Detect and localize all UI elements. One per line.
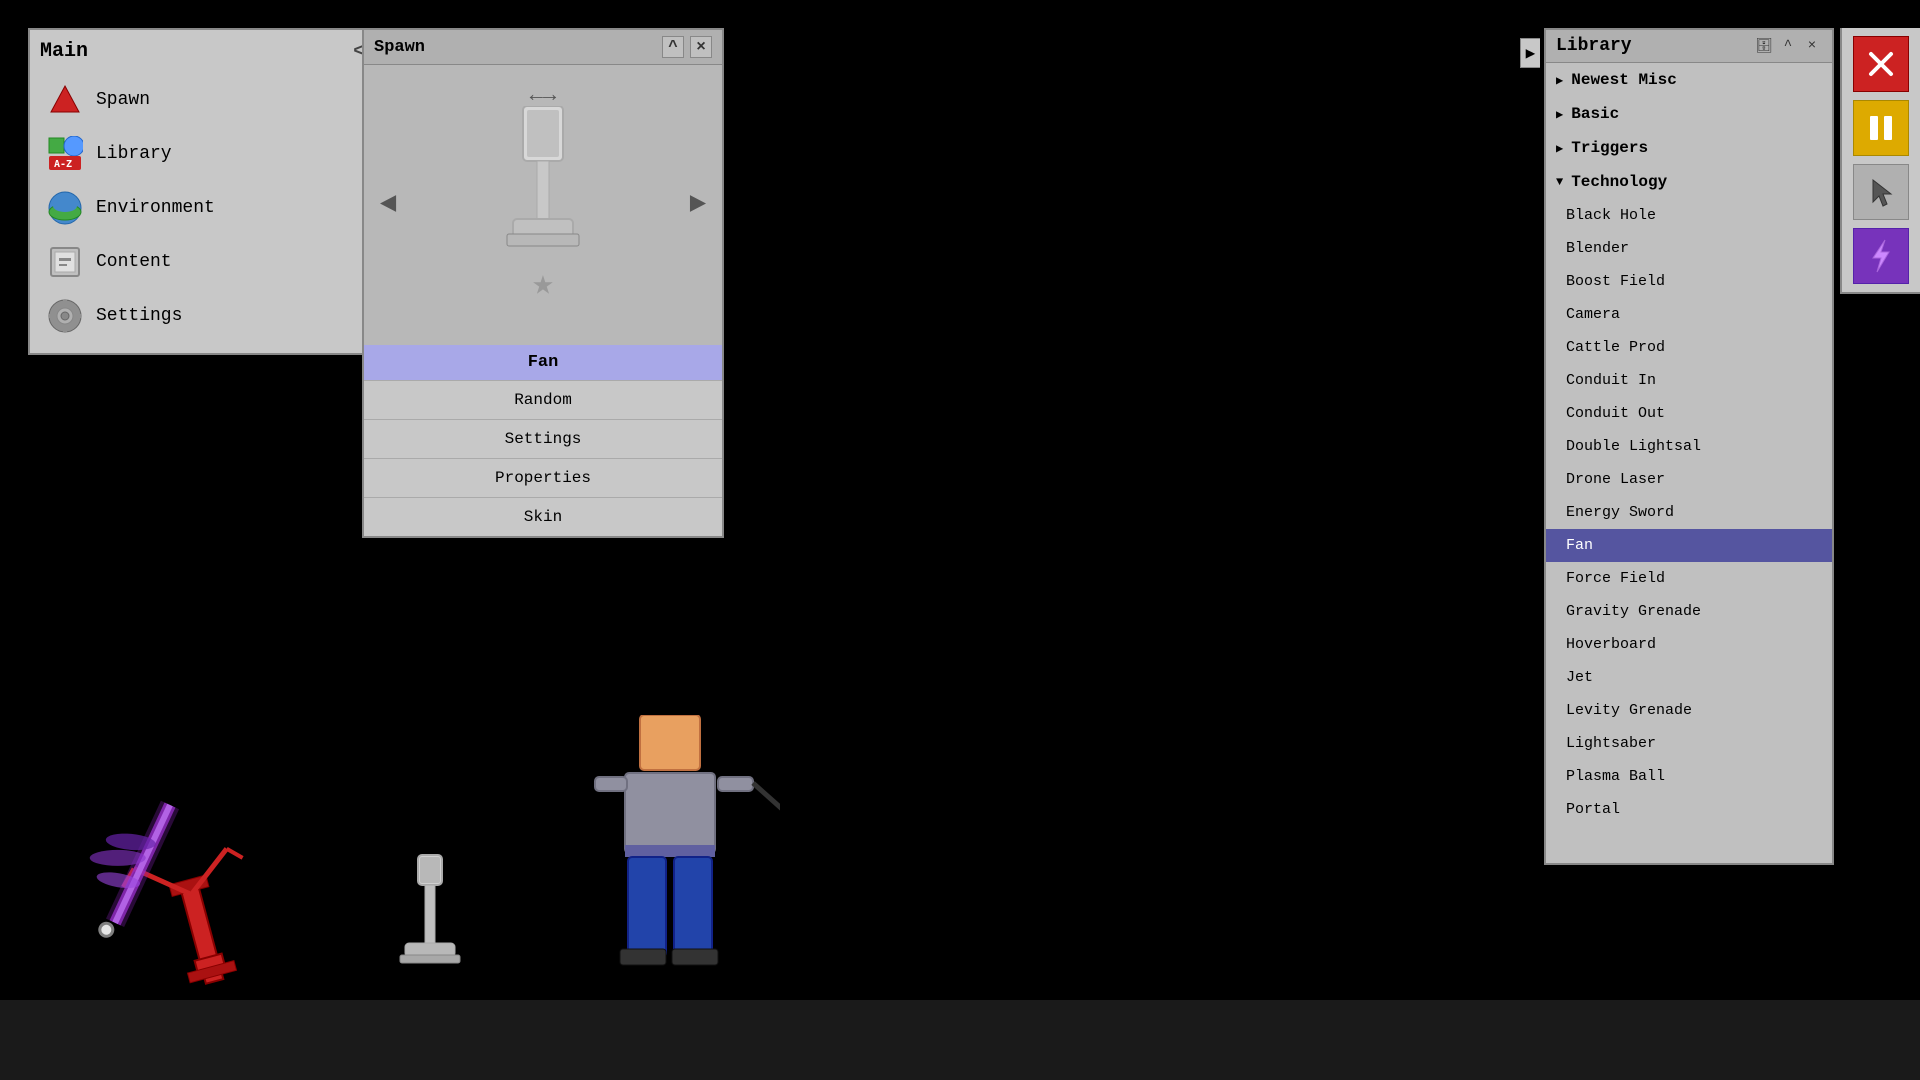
spawn-resize-arrows: ←→ <box>530 83 556 108</box>
spawn-nav-left-button[interactable]: ◄ <box>380 190 397 221</box>
toolbar-cursor-button[interactable] <box>1853 164 1909 220</box>
right-toolbar <box>1840 28 1920 294</box>
library-item-conduit-out[interactable]: Conduit Out <box>1546 397 1832 430</box>
library-item-energy-sword[interactable]: Energy Sword <box>1546 496 1832 529</box>
fan-preview-model <box>493 106 593 256</box>
library-content[interactable]: ▶ Newest Misc ▶ Basic ▶ Triggers ▼ Techn… <box>1546 63 1832 863</box>
library-category-newest-misc[interactable]: ▶ Newest Misc <box>1546 63 1832 97</box>
main-panel-titlebar: Main < <box>40 40 364 63</box>
environment-icon <box>46 189 84 227</box>
sidebar-item-spawn[interactable]: Spawn <box>40 73 364 127</box>
content-icon <box>46 243 84 281</box>
library-category-triggers-label: Triggers <box>1571 139 1648 157</box>
game-ground <box>0 1000 1920 1080</box>
library-title-text: Library <box>1556 36 1632 56</box>
library-item-force-field[interactable]: Force Field <box>1546 562 1832 595</box>
library-label: Library <box>96 144 172 164</box>
close-icon <box>1865 48 1897 80</box>
library-item-cattle-prod[interactable]: Cattle Prod <box>1546 331 1832 364</box>
library-item-plasma-ball[interactable]: Plasma Ball <box>1546 760 1832 793</box>
spawn-window: Spawn ^ × ←→ ◄ ► ★ Fan Random Settings P… <box>362 28 724 538</box>
library-item-fan[interactable]: Fan <box>1546 529 1832 562</box>
sidebar-item-environment[interactable]: Environment <box>40 181 364 235</box>
library-panel: Library 🗄 ^ × ▶ Newest Misc ▶ Basic ▶ Tr… <box>1544 28 1834 865</box>
library-minimize-button[interactable]: ^ <box>1778 36 1798 56</box>
spawn-favorite-star[interactable]: ★ <box>532 262 554 305</box>
spawn-properties-button[interactable]: Properties <box>364 458 722 497</box>
library-item-black-hole[interactable]: Black Hole <box>1546 199 1832 232</box>
toolbar-lightning-button[interactable] <box>1853 228 1909 284</box>
library-item-boost-field[interactable]: Boost Field <box>1546 265 1832 298</box>
chevron-right-icon: ▶ <box>1556 73 1563 88</box>
spawn-preview-area: ←→ ◄ ► ★ <box>364 65 722 345</box>
chevron-right-icon: ▶ <box>1556 141 1563 156</box>
spawn-window-controls: ^ × <box>662 36 712 58</box>
scene-fan-object <box>390 835 470 1000</box>
spawn-skin-button[interactable]: Skin <box>364 497 722 536</box>
library-item-camera[interactable]: Camera <box>1546 298 1832 331</box>
spawn-menu-list: Random Settings Properties Skin <box>364 380 722 536</box>
library-item-conduit-in[interactable]: Conduit In <box>1546 364 1832 397</box>
library-item-double-lightsaber[interactable]: Double Lightsal <box>1546 430 1832 463</box>
library-save-button[interactable]: 🗄 <box>1754 36 1774 56</box>
main-panel: Main < Spawn A-Z Library <box>28 28 376 355</box>
spawn-random-button[interactable]: Random <box>364 380 722 419</box>
sidebar-item-library[interactable]: A-Z Library <box>40 127 364 181</box>
toolbar-close-button[interactable] <box>1853 36 1909 92</box>
library-category-technology[interactable]: ▼ Technology <box>1546 165 1832 199</box>
library-item-levity-grenade[interactable]: Levity Grenade <box>1546 694 1832 727</box>
library-category-basic-label: Basic <box>1571 105 1619 123</box>
library-category-basic[interactable]: ▶ Basic <box>1546 97 1832 131</box>
pause-icon <box>1867 112 1895 144</box>
library-item-blender[interactable]: Blender <box>1546 232 1832 265</box>
environment-label: Environment <box>96 198 215 218</box>
library-item-drone-laser[interactable]: Drone Laser <box>1546 463 1832 496</box>
right-panel-arrow-icon: ▶ <box>1526 43 1536 63</box>
spawn-close-button[interactable]: × <box>690 36 712 58</box>
cursor-icon <box>1867 176 1895 208</box>
toolbar-pause-button[interactable] <box>1853 100 1909 156</box>
spawn-nav-right-button[interactable]: ► <box>689 190 706 221</box>
settings-icon <box>46 297 84 335</box>
svg-text:A-Z: A-Z <box>54 159 72 170</box>
spawn-icon <box>46 81 84 119</box>
stickman-character <box>580 715 780 1000</box>
sidebar-item-content[interactable]: Content <box>40 235 364 289</box>
library-item-gravity-grenade[interactable]: Gravity Grenade <box>1546 595 1832 628</box>
library-icon: A-Z <box>46 135 84 173</box>
library-category-triggers[interactable]: ▶ Triggers <box>1546 131 1832 165</box>
chevron-down-icon: ▼ <box>1556 175 1563 189</box>
library-item-portal[interactable]: Portal <box>1546 793 1832 826</box>
settings-label: Settings <box>96 306 182 326</box>
spawn-minimize-button[interactable]: ^ <box>662 36 684 58</box>
chevron-right-icon: ▶ <box>1556 107 1563 122</box>
right-panel-toggle[interactable]: ▶ <box>1520 38 1540 68</box>
library-controls: 🗄 ^ × <box>1754 36 1822 56</box>
library-item-hoverboard[interactable]: Hoverboard <box>1546 628 1832 661</box>
library-category-technology-label: Technology <box>1571 173 1667 191</box>
library-category-newest-misc-label: Newest Misc <box>1571 71 1677 89</box>
library-item-jet[interactable]: Jet <box>1546 661 1832 694</box>
library-titlebar: Library 🗄 ^ × <box>1546 30 1832 63</box>
spawn-window-titlebar: Spawn ^ × <box>364 30 722 65</box>
scene-robot <box>80 795 300 1000</box>
sidebar-item-settings[interactable]: Settings <box>40 289 364 343</box>
spawn-settings-button[interactable]: Settings <box>364 419 722 458</box>
lightning-icon <box>1867 238 1895 274</box>
library-item-lightsaber[interactable]: Lightsaber <box>1546 727 1832 760</box>
spawn-item-name[interactable]: Fan <box>364 345 722 380</box>
main-panel-title-text: Main <box>40 40 88 63</box>
library-close-button[interactable]: × <box>1802 36 1822 56</box>
spawn-window-title: Spawn <box>374 38 425 57</box>
content-label: Content <box>96 252 172 272</box>
spawn-label: Spawn <box>96 90 150 110</box>
